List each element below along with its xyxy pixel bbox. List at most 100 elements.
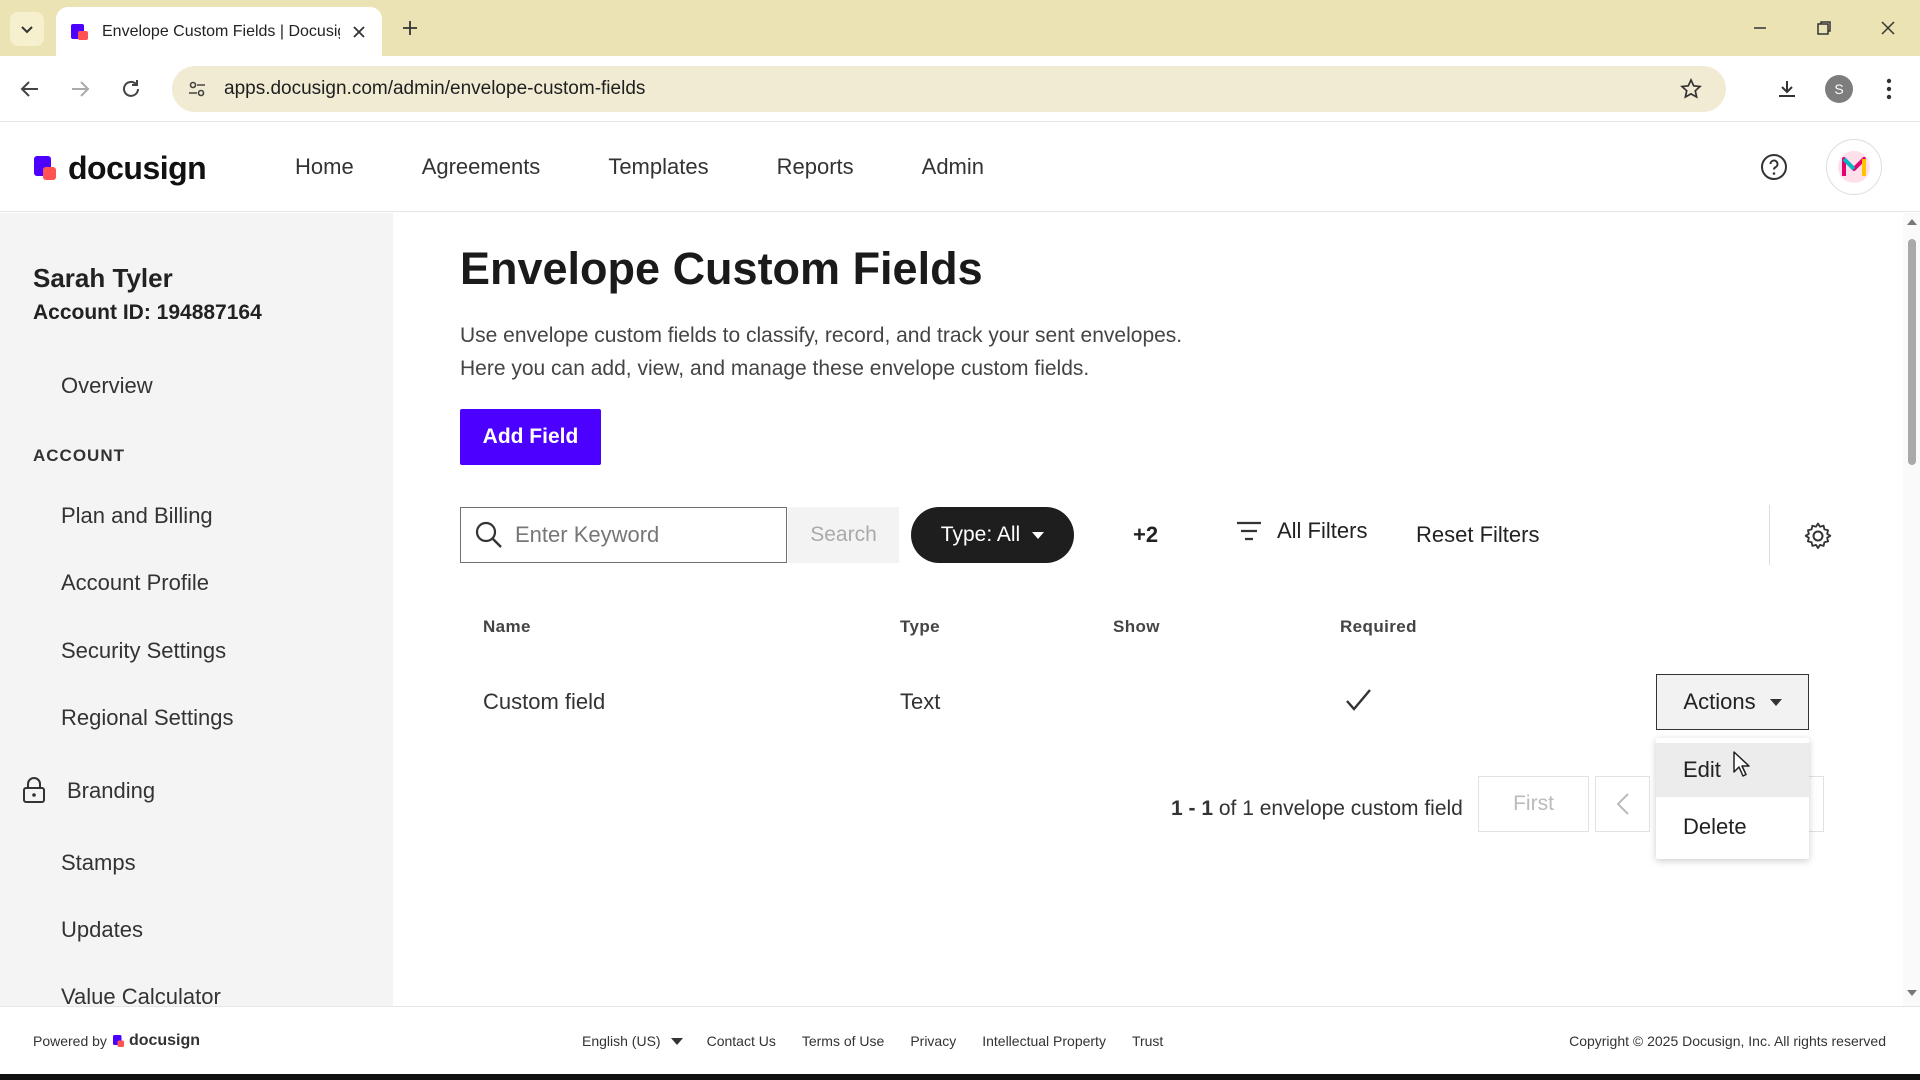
nav-reports[interactable]: Reports (777, 154, 854, 180)
close-window-icon[interactable] (1870, 12, 1906, 44)
more-filters-count[interactable]: +2 (1133, 522, 1158, 548)
browser-tabstrip: Envelope Custom Fields | Docusign (0, 0, 1920, 56)
language-select[interactable]: English (US) (582, 1033, 683, 1049)
new-tab-icon[interactable] (396, 14, 424, 42)
caret-down-icon (1032, 531, 1045, 539)
minimize-icon[interactable] (1742, 12, 1778, 44)
add-field-button[interactable]: Add Field (460, 409, 601, 465)
type-filter-label: Type: All (940, 523, 1021, 546)
site-info-icon[interactable] (178, 70, 216, 108)
help-icon[interactable] (1760, 153, 1788, 181)
powered-by-label: Powered by (33, 1033, 107, 1049)
footer-link-trust[interactable]: Trust (1132, 1033, 1163, 1049)
sidebar-item-account-profile[interactable]: Account Profile (61, 570, 209, 596)
scroll-up-arrow-icon[interactable] (1907, 219, 1917, 225)
nav-admin[interactable]: Admin (922, 154, 984, 180)
column-header-type[interactable]: Type (900, 617, 940, 637)
page-description-line-2: Here you can add, view, and manage these… (460, 357, 1090, 380)
actions-button[interactable]: Actions (1656, 674, 1809, 730)
footer-link-terms-of-use[interactable]: Terms of Use (802, 1033, 884, 1049)
profile-button[interactable]: S (1822, 72, 1856, 106)
footer-link-privacy[interactable]: Privacy (910, 1033, 956, 1049)
reset-filters-button[interactable]: Reset Filters (1416, 522, 1539, 548)
address-bar[interactable]: apps.docusign.com/admin/envelope-custom-… (172, 66, 1726, 112)
search-box (460, 507, 787, 563)
avatar[interactable] (1826, 139, 1882, 195)
sidebar-item-regional-settings[interactable]: Regional Settings (61, 705, 233, 731)
row-name-cell[interactable]: Custom field (483, 689, 605, 715)
download-icon[interactable] (1770, 72, 1804, 106)
mouse-cursor-icon (1733, 751, 1750, 777)
footer-logo-text: docusign (128, 1032, 201, 1049)
kebab-menu-icon[interactable] (1872, 72, 1906, 106)
search-input[interactable] (515, 522, 765, 548)
sidebar-item-plan-and-billing[interactable]: Plan and Billing (61, 503, 213, 529)
bottom-edge (0, 1074, 1920, 1080)
sidebar-item-overview[interactable]: Overview (61, 373, 153, 399)
menu-item-delete[interactable]: Delete (1656, 800, 1809, 854)
footer-logo: docusign (112, 1032, 201, 1050)
chevron-down-icon (21, 26, 33, 34)
pagination-range: 1 - 1 (1171, 797, 1214, 820)
copyright: Copyright © 2025 Docusign, Inc. All righ… (1569, 1033, 1886, 1049)
main-content: Envelope Custom Fields Use envelope cust… (393, 213, 1903, 1006)
sidebar-item-security-settings[interactable]: Security Settings (61, 638, 226, 664)
all-filters-button[interactable]: All Filters (1235, 518, 1367, 544)
tab-close-icon[interactable] (348, 21, 370, 43)
reload-icon[interactable] (114, 72, 148, 106)
scroll-down-arrow-icon[interactable] (1907, 990, 1917, 996)
browser-toolbar: apps.docusign.com/admin/envelope-custom-… (0, 56, 1920, 122)
search-icon (475, 521, 502, 548)
sidebar-item-stamps[interactable]: Stamps (61, 850, 136, 876)
column-header-required[interactable]: Required (1340, 617, 1417, 637)
powered-by: Powered by docusign (33, 1032, 200, 1050)
bookmark-star-icon[interactable] (1676, 74, 1706, 104)
docusign-logo-icon (34, 155, 56, 180)
sidebar-item-branding[interactable]: Branding (67, 778, 155, 804)
back-arrow-icon[interactable] (13, 72, 47, 106)
nav-templates[interactable]: Templates (608, 154, 708, 180)
docusign-favicon-icon (71, 23, 88, 40)
caret-down-icon (670, 1037, 683, 1045)
actions-label: Actions (1683, 689, 1756, 714)
lock-icon (23, 777, 45, 803)
first-page-button[interactable]: First (1478, 776, 1589, 832)
user-avatar-icon (1838, 151, 1870, 183)
sidebar-section-account: ACCOUNT (33, 446, 125, 465)
pagination-text: of 1 envelope custom field (1218, 797, 1463, 820)
app-header: docusign Home Agreements Templates Repor… (0, 122, 1920, 212)
tab-title: Envelope Custom Fields | Docusign (102, 22, 340, 40)
all-filters-label: All Filters (1277, 518, 1368, 543)
logo-text: docusign (68, 150, 207, 186)
sidebar-item-updates[interactable]: Updates (61, 917, 143, 943)
column-header-show[interactable]: Show (1113, 617, 1160, 637)
nav-agreements[interactable]: Agreements (422, 154, 541, 180)
page-title: Envelope Custom Fields (460, 243, 983, 294)
tab-search-button[interactable] (10, 12, 44, 46)
column-header-name[interactable]: Name (483, 617, 531, 637)
page-description-line-1: Use envelope custom fields to classify, … (460, 324, 1183, 347)
account-id: Account ID: 194887164 (33, 301, 262, 324)
forward-arrow-icon[interactable] (63, 72, 97, 106)
previous-page-button[interactable] (1595, 776, 1650, 832)
docusign-logo[interactable]: docusign (34, 150, 207, 187)
caret-down-icon (1769, 698, 1782, 706)
footer-link-intellectual-property[interactable]: Intellectual Property (982, 1033, 1106, 1049)
pagination-summary: 1 - 1 of 1 envelope custom field (1171, 797, 1463, 821)
main-nav: Home Agreements Templates Reports Admin (295, 122, 1052, 212)
filter-icon (1237, 521, 1261, 541)
scroll-thumb[interactable] (1908, 239, 1916, 465)
footer: Powered by docusign English (US) Contact… (0, 1006, 1920, 1074)
gear-icon[interactable] (1803, 521, 1833, 551)
url-text: apps.docusign.com/admin/envelope-custom-… (224, 78, 646, 99)
footer-link-contact-us[interactable]: Contact Us (707, 1033, 776, 1049)
restore-icon[interactable] (1806, 12, 1842, 44)
nav-home[interactable]: Home (295, 154, 354, 180)
browser-tab-active[interactable]: Envelope Custom Fields | Docusign (56, 7, 382, 56)
sidebar-item-value-calculator[interactable]: Value Calculator (61, 984, 221, 1006)
language-label: English (US) (582, 1033, 661, 1049)
search-button[interactable]: Search (788, 507, 899, 563)
toolbar-divider (1769, 505, 1770, 565)
type-filter-button[interactable]: Type: All (911, 507, 1074, 563)
page-scrollbar[interactable] (1903, 213, 1920, 1006)
